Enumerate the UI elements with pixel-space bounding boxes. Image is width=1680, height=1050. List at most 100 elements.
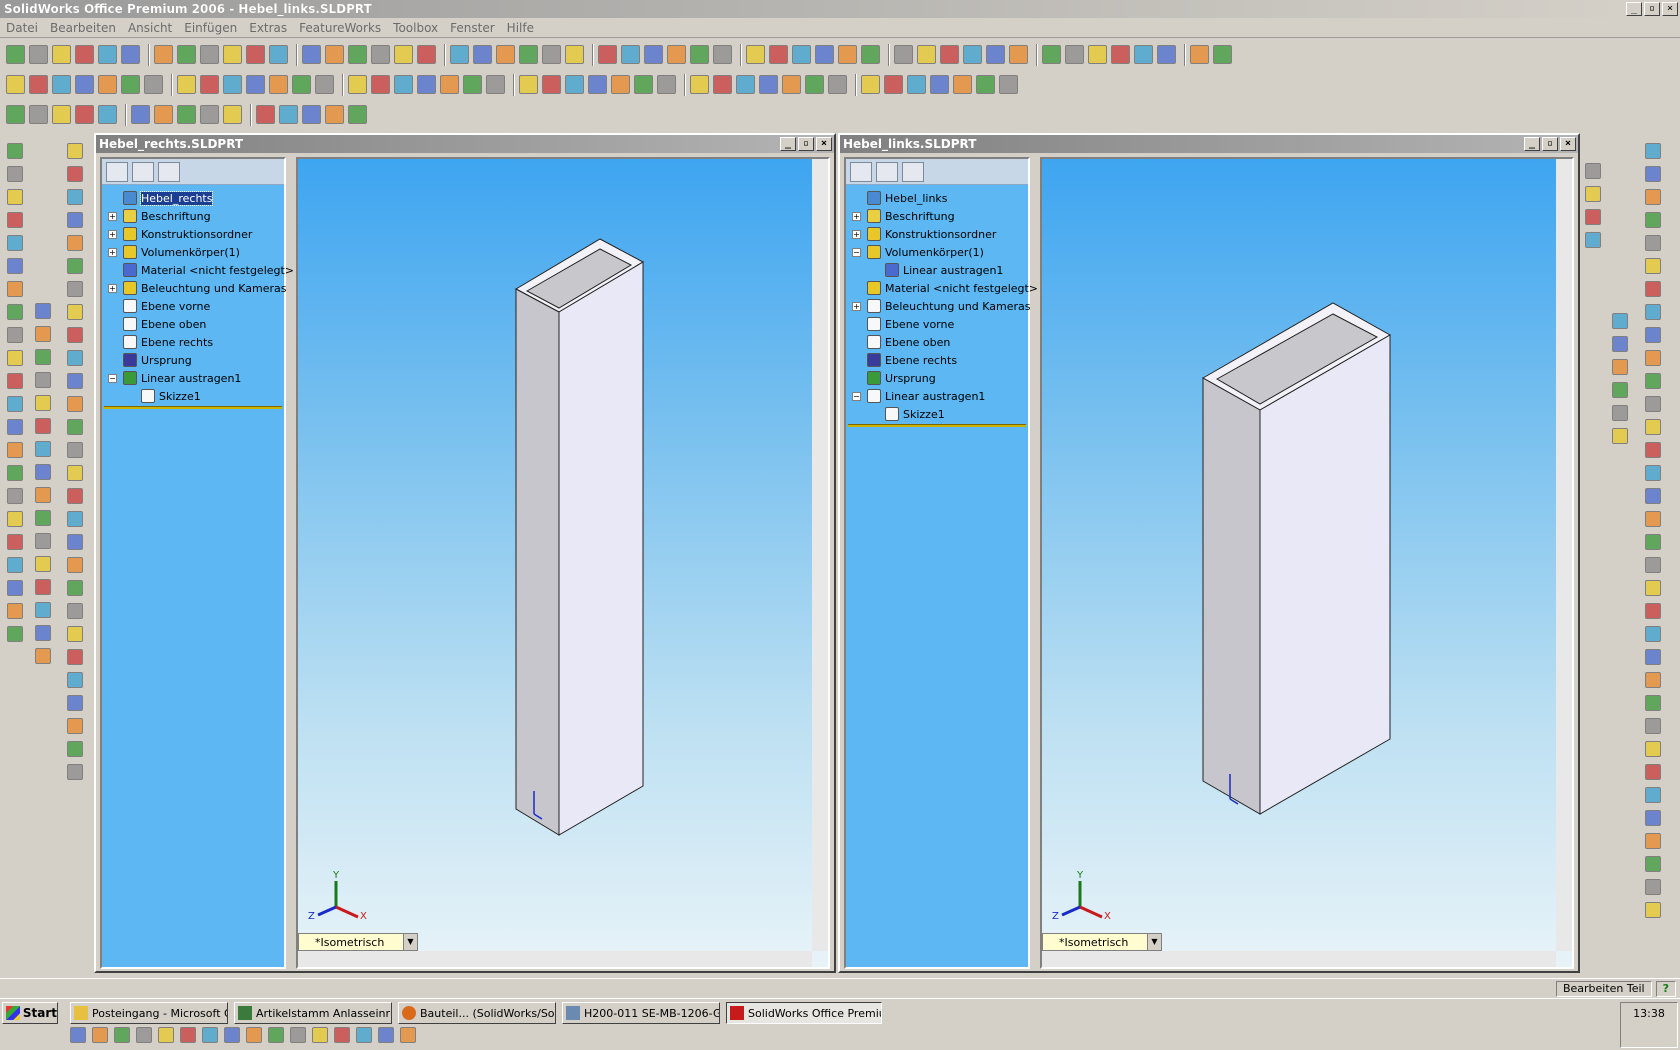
toolbar-button-icon[interactable] xyxy=(29,105,48,124)
toolbar-button-icon[interactable] xyxy=(1645,143,1661,159)
toolbar-button-icon[interactable] xyxy=(154,105,173,124)
menu-extras[interactable]: Extras xyxy=(243,21,293,35)
tree-node[interactable]: + Beleuchtung und Kameras xyxy=(848,297,1031,315)
tree-node[interactable]: Ebene rechts xyxy=(848,351,1026,369)
toolbar-button-icon[interactable] xyxy=(67,419,83,435)
graphics-area[interactable]: Y X Z *Isometrisch ▼ xyxy=(296,157,830,969)
toolbar-button-icon[interactable] xyxy=(782,75,801,94)
toolbar-button-icon[interactable] xyxy=(1645,327,1661,343)
taskbar-button-artikelstamm[interactable]: Artikelstamm Anlasseinric... xyxy=(234,1002,392,1024)
toolbar-button-icon[interactable] xyxy=(7,212,23,228)
toolbar-button-icon[interactable] xyxy=(917,45,936,64)
toolbar-button-icon[interactable] xyxy=(158,1027,174,1043)
toolbar-button-icon[interactable] xyxy=(473,45,492,64)
toolbar-button-icon[interactable] xyxy=(35,533,51,549)
close-button[interactable]: × xyxy=(1662,2,1678,16)
toolbar-button-icon[interactable] xyxy=(963,45,982,64)
menu-featureworks[interactable]: FeatureWorks xyxy=(293,21,387,35)
toolbar-button-icon[interactable] xyxy=(1134,45,1153,64)
toolbar-button-icon[interactable] xyxy=(861,75,880,94)
toolbar-button-icon[interactable] xyxy=(7,143,23,159)
toolbar-button-icon[interactable] xyxy=(279,105,298,124)
toolbar-button-icon[interactable] xyxy=(7,350,23,366)
toolbar-button-icon[interactable] xyxy=(302,45,321,64)
toolbar-button-icon[interactable] xyxy=(1612,405,1628,421)
toolbar-button-icon[interactable] xyxy=(144,75,163,94)
toolbar-button-icon[interactable] xyxy=(7,327,23,343)
vertical-scrollbar[interactable] xyxy=(812,159,828,951)
toolbar-button-icon[interactable] xyxy=(815,45,834,64)
toolbar-button-icon[interactable] xyxy=(1645,718,1661,734)
toolbar-button-icon[interactable] xyxy=(1645,833,1661,849)
toolbar-button-icon[interactable] xyxy=(1645,281,1661,297)
toolbar-button-icon[interactable] xyxy=(67,764,83,780)
toolbar-button-icon[interactable] xyxy=(334,1027,350,1043)
toolbar-button-icon[interactable] xyxy=(7,304,23,320)
toolbar-button-icon[interactable] xyxy=(154,45,173,64)
toolbar-button-icon[interactable] xyxy=(7,511,23,527)
rollback-bar[interactable] xyxy=(848,424,1026,427)
toolbar-button-icon[interactable] xyxy=(1088,45,1107,64)
taskbar-button-outlook[interactable]: Posteingang - Microsoft O... xyxy=(70,1002,228,1024)
toolbar-button-icon[interactable] xyxy=(302,105,321,124)
toolbar-button-icon[interactable] xyxy=(7,626,23,642)
tree-node[interactable]: Linear austragen1 xyxy=(848,261,1026,279)
toolbar-button-icon[interactable] xyxy=(7,396,23,412)
toolbar-button-icon[interactable] xyxy=(894,45,913,64)
menu-hilfe[interactable]: Hilfe xyxy=(501,21,540,35)
toolbar-button-icon[interactable] xyxy=(1645,304,1661,320)
menu-toolbox[interactable]: Toolbox xyxy=(387,21,444,35)
toolbar-button-icon[interactable] xyxy=(348,45,367,64)
taskbar-button-h200[interactable]: H200-011 SE-MB-1206-G... xyxy=(562,1002,720,1024)
tab-propertymanager[interactable] xyxy=(876,161,898,182)
toolbar-button-icon[interactable] xyxy=(92,1027,108,1043)
toolbar-button-icon[interactable] xyxy=(290,1027,306,1043)
tree-node[interactable]: Skizze1 xyxy=(104,387,282,405)
toolbar-button-icon[interactable] xyxy=(1612,428,1628,444)
tab-propertymanager[interactable] xyxy=(132,161,154,182)
tab-configurationmanager[interactable] xyxy=(902,161,924,182)
toolbar-button-icon[interactable] xyxy=(7,557,23,573)
toolbar-button-icon[interactable] xyxy=(67,143,83,159)
toolbar-button-icon[interactable] xyxy=(1612,382,1628,398)
toolbar-button-icon[interactable] xyxy=(67,373,83,389)
toolbar-button-icon[interactable] xyxy=(224,1027,240,1043)
tree-node[interactable]: Ursprung xyxy=(848,369,1026,387)
toolbar-button-icon[interactable] xyxy=(7,534,23,550)
toolbar-button-icon[interactable] xyxy=(1645,166,1661,182)
toolbar-button-icon[interactable] xyxy=(52,75,71,94)
toolbar-button-icon[interactable] xyxy=(7,442,23,458)
toolbar-button-icon[interactable] xyxy=(1157,45,1176,64)
doc-close-button[interactable]: × xyxy=(1560,137,1576,151)
toolbar-button-icon[interactable] xyxy=(1645,442,1661,458)
toolbar-button-icon[interactable] xyxy=(542,45,561,64)
toolbar-button-icon[interactable] xyxy=(35,464,51,480)
toolbar-button-icon[interactable] xyxy=(371,75,390,94)
expand-toggle-icon[interactable]: + xyxy=(108,283,117,293)
tree-node[interactable]: Material <nicht festgelegt> xyxy=(104,261,294,279)
restore-button[interactable]: ▫ xyxy=(1644,2,1660,16)
expand-toggle-icon[interactable]: + xyxy=(108,211,117,221)
doc-close-button[interactable]: × xyxy=(816,137,832,151)
toolbar-button-icon[interactable] xyxy=(644,45,663,64)
toolbar-button-icon[interactable] xyxy=(98,75,117,94)
toolbar-button-icon[interactable] xyxy=(1645,373,1661,389)
toolbar-button-icon[interactable] xyxy=(269,75,288,94)
toolbar-button-icon[interactable] xyxy=(713,45,732,64)
tree-node[interactable]: Ursprung xyxy=(104,351,282,369)
toolbar-button-icon[interactable] xyxy=(256,105,275,124)
toolbar-button-icon[interactable] xyxy=(611,75,630,94)
toolbar-button-icon[interactable] xyxy=(1645,465,1661,481)
toolbar-button-icon[interactable] xyxy=(634,75,653,94)
toolbar-button-icon[interactable] xyxy=(312,1027,328,1043)
doc-minimize-button[interactable]: _ xyxy=(780,137,796,151)
toolbar-button-icon[interactable] xyxy=(986,45,1005,64)
toolbar-button-icon[interactable] xyxy=(884,75,903,94)
tree-node[interactable]: + Volumenkörper(1) xyxy=(104,243,282,261)
toolbar-button-icon[interactable] xyxy=(35,441,51,457)
toolbar-button-icon[interactable] xyxy=(1645,350,1661,366)
toolbar-button-icon[interactable] xyxy=(131,105,150,124)
menu-datei[interactable]: Datei xyxy=(0,21,44,35)
toolbar-button-icon[interactable] xyxy=(828,75,847,94)
toolbar-button-icon[interactable] xyxy=(690,45,709,64)
